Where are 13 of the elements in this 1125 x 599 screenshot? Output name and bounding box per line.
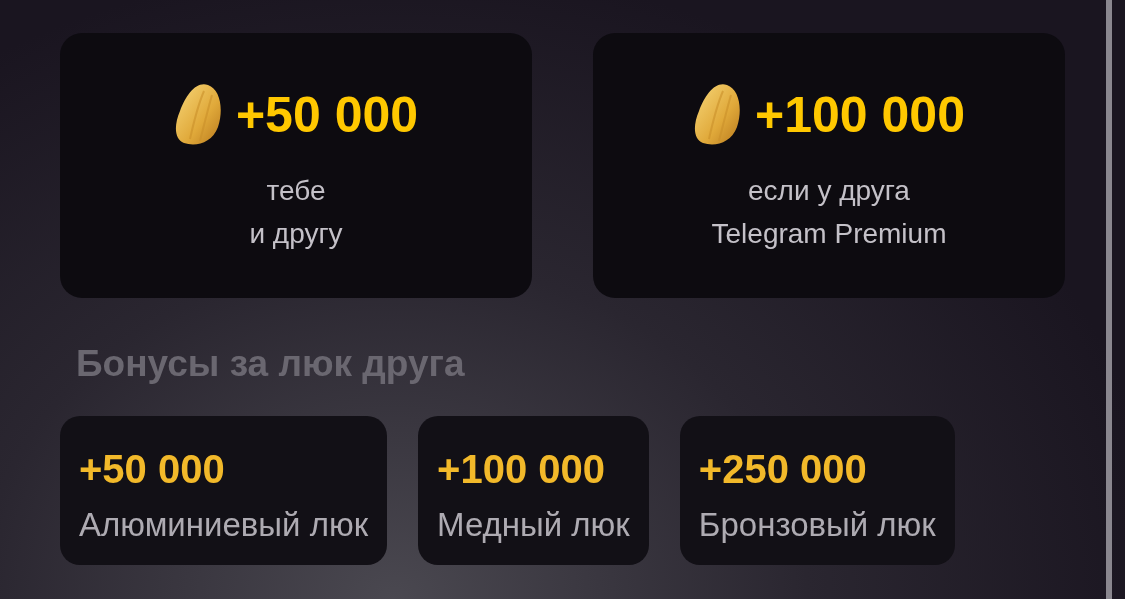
section-title: Бонусы за люк друга bbox=[76, 342, 465, 386]
bonus-label: Медный люк bbox=[437, 505, 630, 545]
scrollbar[interactable] bbox=[1106, 0, 1112, 599]
bonus-label: Алюминиевый люк bbox=[79, 505, 369, 545]
bonus-label: Бронзовый люк bbox=[698, 505, 936, 545]
reward-amount: +100 000 bbox=[755, 86, 965, 145]
reward-amount: +50 000 bbox=[235, 86, 419, 145]
reward-description: тебе и другу bbox=[249, 174, 343, 251]
bonus-amount: +250 000 bbox=[698, 446, 867, 492]
reward-description: если у друга Telegram Premium bbox=[711, 174, 947, 251]
almond-icon bbox=[173, 83, 224, 147]
bonus-amount: +100 000 bbox=[437, 446, 606, 492]
bonus-amount: +50 000 bbox=[79, 446, 225, 492]
